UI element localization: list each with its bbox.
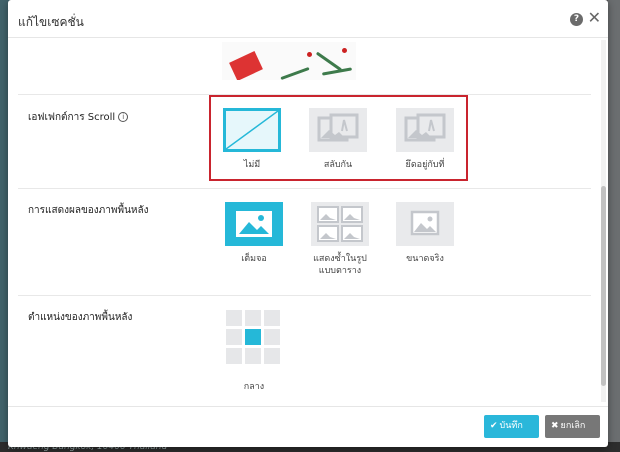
modal-scrollbar-thumb[interactable] (601, 186, 606, 386)
info-icon[interactable]: i (118, 112, 129, 122)
section-divider (18, 188, 591, 189)
edit-section-modal: แก้ไขเซคชั่น ? ✕ เอฟเฟกต์การ Scroll i ไม่ (8, 0, 608, 447)
section-divider (18, 295, 591, 296)
display-option-tiled[interactable]: แสดงซ้ำในรูป แบบตาราง (310, 202, 370, 277)
modal-body: เอฟเฟกต์การ Scroll i ไม่มี สลับกัน ยึดอย… (8, 38, 608, 404)
cancel-button[interactable]: ✖ ยกเลิก (545, 415, 600, 438)
image-icon (410, 210, 440, 236)
position-bottom-left[interactable] (226, 348, 242, 364)
scroll-effect-label: เอฟเฟกต์การ Scroll i (28, 110, 129, 125)
scroll-option-none[interactable]: ไม่มี (222, 108, 282, 171)
display-option-fullscreen-label: เต็มจอ (241, 254, 267, 264)
modal-footer: ✔ บันทึก ✖ ยกเลิก (8, 406, 608, 447)
background-position-label: ตำแหน่งของภาพพื้นหลัง (28, 312, 133, 323)
preview-leaf (280, 66, 310, 80)
position-middle-left[interactable] (226, 329, 242, 345)
position-top-center[interactable] (245, 310, 261, 326)
fixed-thumbnail (396, 108, 454, 152)
preview-berry (307, 52, 312, 57)
fullscreen-thumbnail (225, 202, 283, 246)
display-option-actual-size[interactable]: ขนาดจริง (395, 202, 455, 265)
preview-leaf (315, 51, 343, 72)
scroll-option-alternate-label: สลับกัน (323, 160, 353, 170)
scroll-option-none-label: ไม่มี (243, 160, 261, 170)
background-image-preview[interactable] (222, 42, 356, 80)
background-position-selected-label: กลาง (243, 382, 265, 392)
display-option-tiled-label: แสดงซ้ำในรูป แบบตาราง (313, 254, 367, 276)
position-bottom-center[interactable] (245, 348, 261, 364)
tiled-thumbnail (311, 202, 369, 246)
display-option-actual-size-label: ขนาดจริง (406, 254, 444, 264)
help-icon[interactable]: ? (570, 13, 583, 26)
modal-header: แก้ไขเซคชั่น ? ✕ (8, 0, 608, 38)
background-page-right-strip (608, 0, 620, 452)
slash-icon (225, 110, 279, 150)
display-option-fullscreen[interactable]: เต็มจอ (224, 202, 284, 265)
parallax-image-icon (317, 113, 359, 142)
modal-title: แก้ไขเซคชั่น (18, 15, 84, 29)
position-top-right[interactable] (264, 310, 280, 326)
position-bottom-right[interactable] (264, 348, 280, 364)
position-middle-right[interactable] (264, 329, 280, 345)
preview-red-card (229, 51, 263, 80)
tiled-image-icon (317, 206, 363, 242)
scroll-option-alternate[interactable]: สลับกัน (308, 108, 368, 171)
fixed-image-icon (404, 113, 446, 142)
x-icon: ✖ (551, 421, 559, 431)
no-effect-thumbnail (223, 108, 281, 152)
position-center[interactable] (245, 329, 261, 345)
parallax-thumbnail (309, 108, 367, 152)
actual-size-thumbnail (396, 202, 454, 246)
preview-berry (342, 48, 347, 53)
position-top-left[interactable] (226, 310, 242, 326)
save-button[interactable]: ✔ บันทึก (484, 415, 539, 438)
scroll-option-fixed-label: ยึดอยู่กับที่ (405, 160, 445, 170)
image-icon (236, 211, 272, 237)
check-icon: ✔ (490, 421, 498, 431)
background-position-grid (226, 310, 282, 366)
background-display-label: การแสดงผลของภาพพื้นหลัง (28, 205, 149, 216)
close-icon[interactable]: ✕ (588, 10, 601, 26)
scroll-option-fixed[interactable]: ยึดอยู่กับที่ (395, 108, 455, 171)
